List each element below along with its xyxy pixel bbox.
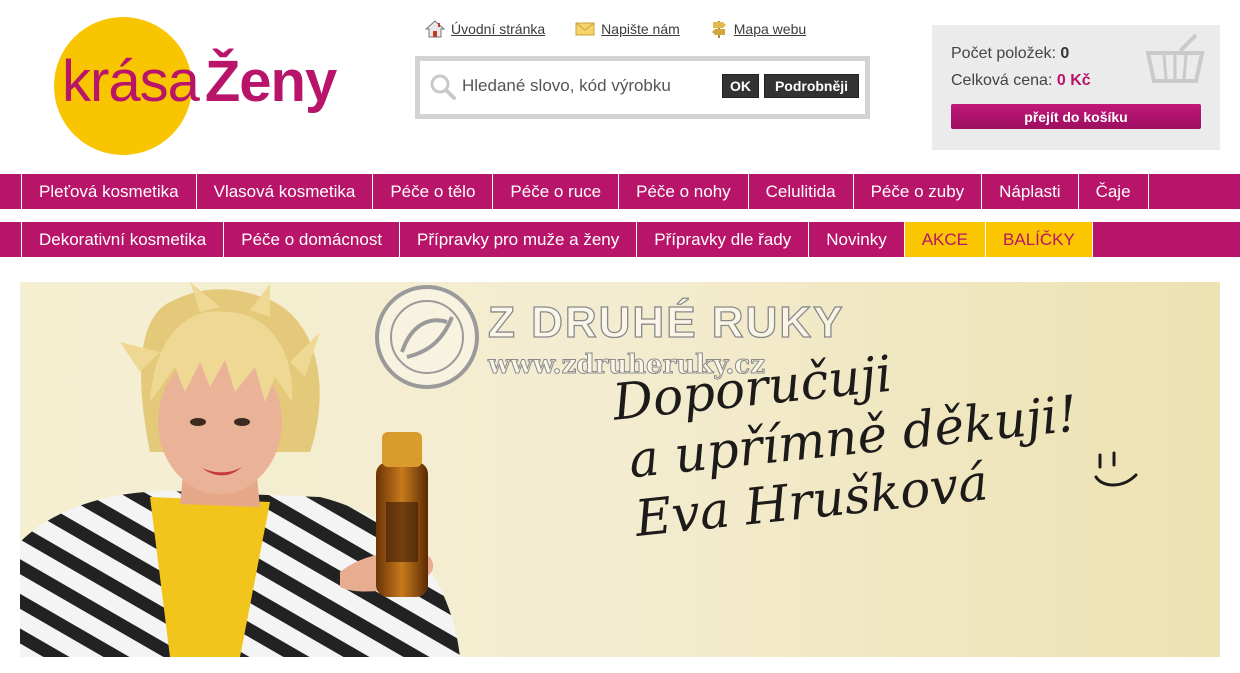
advanced-search-button[interactable]: Podrobněji	[764, 74, 859, 98]
main-menu-primary: Pleťová kosmetika Vlasová kosmetika Péče…	[0, 174, 1240, 209]
cart-total-label: Celková cena:	[951, 72, 1053, 89]
cart-panel: Počet položek: 0 Celková cena: 0 Kč přej…	[932, 25, 1220, 150]
sitemap-link-label: Mapa webu	[733, 21, 807, 37]
menu-filler	[1093, 222, 1240, 257]
menu-item-pece-o-nohy[interactable]: Péče o nohy	[618, 174, 748, 209]
menu-item-vlasova-kosmetika[interactable]: Vlasová kosmetika	[195, 174, 373, 209]
home-link[interactable]: Úvodní stránka	[425, 19, 545, 39]
promo-banner[interactable]: Z DRUHÉ RUKY www.zdruheruky.cz Doporučuj…	[20, 282, 1220, 657]
menu-item-pletova-kosmetika[interactable]: Pleťová kosmetika	[21, 174, 196, 209]
menu-item-pece-o-zuby[interactable]: Péče o zuby	[852, 174, 982, 209]
menu-item-caje[interactable]: Čaje	[1077, 174, 1149, 209]
cart-items-row: Počet položek: 0	[951, 45, 1069, 63]
menu-item-pripravky-dle-rady[interactable]: Přípravky dle řady	[636, 222, 808, 257]
top-links: Úvodní stránka Napište nám Mapa webu	[425, 19, 806, 39]
sitemap-link[interactable]: Mapa webu	[710, 19, 806, 39]
menu-filler	[1149, 174, 1240, 209]
logo-word-zeny: Ženy	[204, 49, 337, 114]
search-input[interactable]	[462, 72, 720, 100]
menu-item-dekorativni-kosmetika[interactable]: Dekorativní kosmetika	[21, 222, 223, 257]
cart-total-row: Celková cena: 0 Kč	[951, 72, 1091, 90]
menu-item-pece-o-telo[interactable]: Péče o tělo	[372, 174, 492, 209]
menu-item-novinky[interactable]: Novinky	[808, 222, 903, 257]
menu-item-pece-o-domacnost[interactable]: Péče o domácnost	[223, 222, 399, 257]
logo-text: krása Ženy	[62, 53, 337, 111]
cart-total-value: 0 Kč	[1056, 72, 1091, 89]
contact-link-label: Napište nám	[601, 21, 680, 37]
search-icon	[430, 74, 456, 100]
menu-item-pripravky-pro-muze-a-zeny[interactable]: Přípravky pro muže a ženy	[399, 222, 636, 257]
logo-word-krasa: krása	[62, 49, 200, 114]
contact-link[interactable]: Napište nám	[575, 19, 680, 39]
menu-item-celulitida[interactable]: Celulitida	[747, 174, 853, 209]
menu-item-pece-o-ruce[interactable]: Péče o ruce	[492, 174, 618, 209]
home-icon	[425, 20, 445, 38]
menu-item-naplasti[interactable]: Náplasti	[981, 174, 1077, 209]
main-menu-secondary: Dekorativní kosmetika Péče o domácnost P…	[0, 222, 1240, 257]
home-link-label: Úvodní stránka	[451, 21, 546, 37]
go-to-cart-button[interactable]: přejít do košíku	[951, 104, 1201, 129]
site-logo[interactable]: krása Ženy	[54, 15, 354, 160]
envelope-icon	[575, 22, 595, 36]
search-box: OK Podrobněji	[415, 56, 870, 119]
menu-item-akce[interactable]: AKCE	[903, 222, 986, 257]
menu-item-balicky[interactable]: BALÍČKY	[985, 222, 1093, 257]
cart-items-label: Počet položek:	[951, 45, 1056, 62]
signpost-icon	[711, 21, 726, 38]
cart-items-value: 0	[1060, 45, 1070, 62]
watermark-logo-icon	[375, 285, 479, 389]
search-ok-button[interactable]: OK	[722, 74, 759, 98]
smiley-icon	[1094, 451, 1138, 487]
watermark-title: Z DRUHÉ RUKY	[487, 297, 845, 347]
basket-icon	[1145, 33, 1205, 83]
